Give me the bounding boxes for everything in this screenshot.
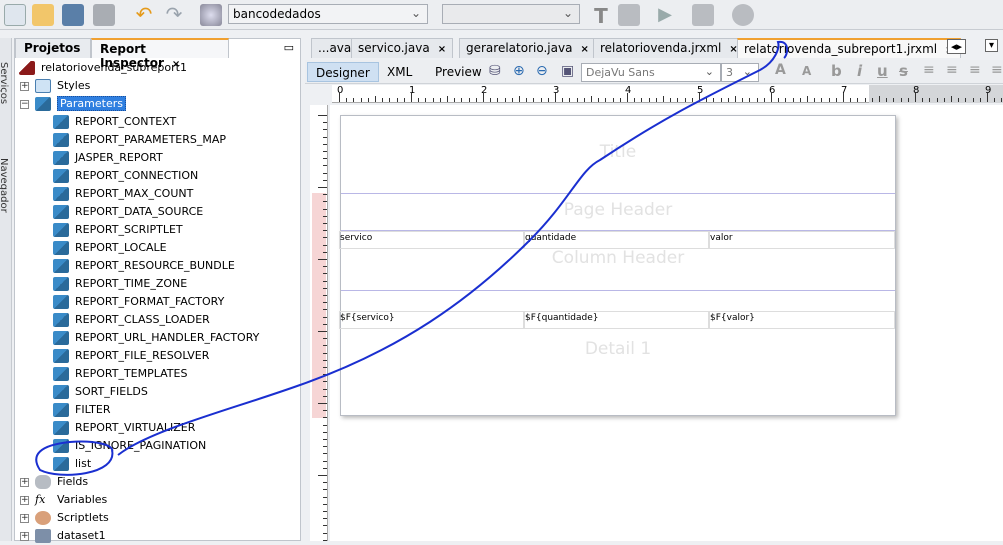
hand-drawn-annotation — [35, 40, 789, 476]
annotation-stroke — [35, 40, 789, 476]
